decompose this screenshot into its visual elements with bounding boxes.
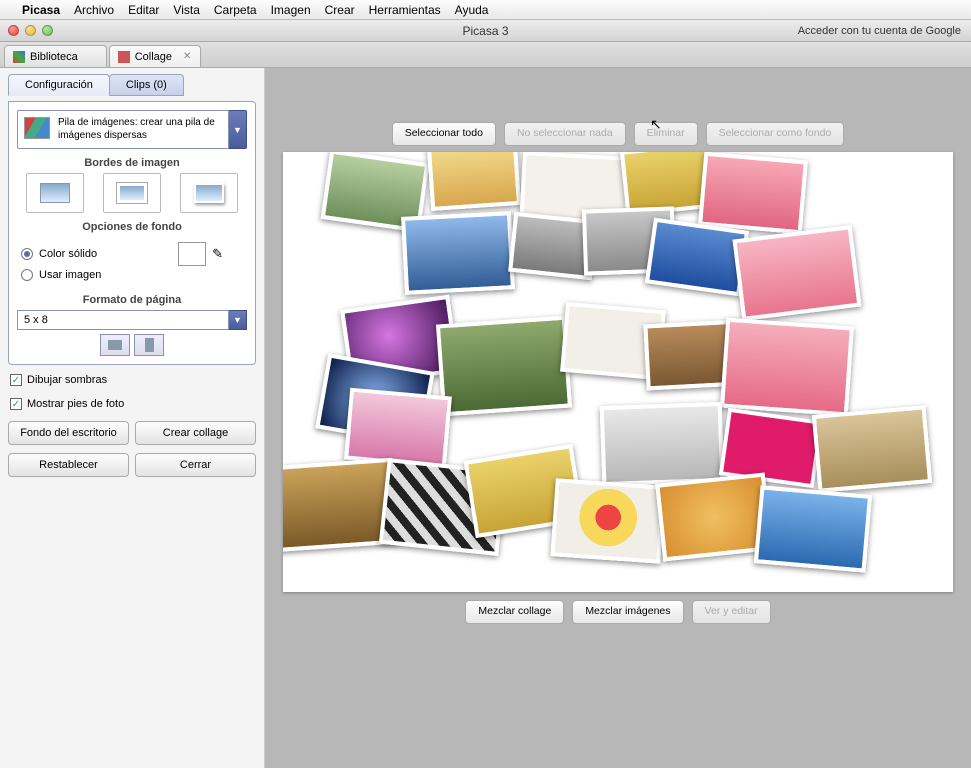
draw-shadows-checkbox-row[interactable]: ✓ Dibujar sombras (10, 374, 254, 386)
window-titlebar: Picasa 3 Acceder con tu cuenta de Google (0, 20, 971, 42)
app-name[interactable]: Picasa (22, 3, 60, 17)
collage-style-display: Pila de imágenes: crear una pila de imág… (17, 110, 229, 149)
desktop-wallpaper-button[interactable]: Fondo del escritorio (8, 421, 129, 445)
cursor-icon: ↖ (650, 116, 662, 133)
bg-image-label: Usar imagen (39, 269, 101, 281)
window-title: Picasa 3 (0, 24, 971, 38)
border-polaroid-option[interactable] (180, 173, 238, 213)
border-none-option[interactable] (26, 173, 84, 213)
background-options: Color sólido ✎ Usar imagen (17, 237, 247, 286)
set-background-button: Seleccionar como fondo (706, 122, 845, 146)
menu-crear[interactable]: Crear (325, 3, 355, 17)
format-dropdown-button[interactable]: ▼ (229, 310, 247, 330)
orientation-landscape-button[interactable] (100, 334, 130, 356)
select-all-button[interactable]: Seleccionar todo (392, 122, 496, 146)
select-none-button: No seleccionar nada (504, 122, 626, 146)
collage-icon (118, 51, 130, 63)
shuffle-collage-button[interactable]: Mezclar collage (465, 600, 564, 624)
menu-ayuda[interactable]: Ayuda (455, 3, 489, 17)
tab-label: Collage (135, 51, 172, 63)
page-format-selector[interactable]: 5 x 8 ▼ (17, 310, 247, 330)
show-captions-label: Mostrar pies de foto (27, 398, 124, 410)
menu-editar[interactable]: Editar (128, 3, 159, 17)
pile-style-icon (24, 117, 50, 139)
checkbox-icon: ✓ (10, 398, 22, 410)
collage-style-selector[interactable]: Pila de imágenes: crear una pila de imág… (17, 110, 247, 149)
bg-solid-radio[interactable] (21, 248, 33, 260)
menu-herramientas[interactable]: Herramientas (369, 3, 441, 17)
show-captions-checkbox-row[interactable]: ✓ Mostrar pies de foto (10, 398, 254, 410)
bg-solid-label: Color sólido (39, 248, 97, 260)
collage-canvas[interactable] (283, 152, 953, 592)
collage-photo[interactable] (754, 485, 872, 572)
borders-heading: Bordes de imagen (17, 157, 247, 169)
eyedropper-icon[interactable]: ✎ (212, 246, 223, 262)
collage-photo[interactable] (698, 152, 808, 234)
reset-button[interactable]: Restablecer (8, 453, 129, 477)
canvas-area: ↖ Seleccionar todo No seleccionar nada E… (265, 68, 971, 768)
collage-photo[interactable] (732, 225, 861, 321)
canvas-top-buttons: Seleccionar todo No seleccionar nada Eli… (279, 122, 957, 146)
menu-vista[interactable]: Vista (173, 3, 199, 17)
tab-collage[interactable]: Collage ✕ (109, 45, 201, 67)
orientation-buttons (17, 334, 247, 356)
settings-panel: Configuración Clips (0) Pila de imágenes… (0, 68, 265, 768)
bg-image-radio[interactable] (21, 269, 33, 281)
collage-photo[interactable] (720, 318, 854, 417)
collage-photo[interactable] (344, 388, 452, 469)
workspace: Configuración Clips (0) Pila de imágenes… (0, 68, 971, 768)
window-tabs: Biblioteca Collage ✕ (0, 42, 971, 68)
tab-biblioteca[interactable]: Biblioteca (4, 45, 107, 67)
menu-imagen[interactable]: Imagen (271, 3, 311, 17)
library-icon (13, 51, 25, 63)
shuffle-images-button[interactable]: Mezclar imágenes (572, 600, 683, 624)
format-heading: Formato de página (17, 294, 247, 306)
close-tab-button[interactable]: ✕ (183, 51, 194, 62)
collage-photo[interactable] (427, 152, 521, 211)
collage-photo[interactable] (812, 405, 932, 493)
page-format-value: 5 x 8 (17, 310, 229, 330)
checkbox-icon: ✓ (10, 374, 22, 386)
collage-photo[interactable] (550, 478, 665, 563)
menu-archivo[interactable]: Archivo (74, 3, 114, 17)
view-edit-button: Ver y editar (692, 600, 771, 624)
collage-photo[interactable] (436, 316, 572, 417)
canvas-bottom-buttons: Mezclar collage Mezclar imágenes Ver y e… (279, 600, 957, 624)
collage-style-label: Pila de imágenes: crear una pila de imág… (58, 117, 222, 142)
background-heading: Opciones de fondo (17, 221, 247, 233)
menu-carpeta[interactable]: Carpeta (214, 3, 257, 17)
subtab-configuracion[interactable]: Configuración (8, 74, 110, 96)
mac-menubar: Picasa Archivo Editar Vista Carpeta Imag… (0, 0, 971, 20)
orientation-portrait-button[interactable] (134, 334, 164, 356)
bg-color-swatch[interactable] (178, 242, 206, 266)
border-options (17, 173, 247, 213)
collage-photo[interactable] (645, 218, 749, 297)
tab-label: Biblioteca (30, 51, 78, 63)
subtab-clips[interactable]: Clips (0) (109, 74, 184, 96)
collage-photo[interactable] (600, 402, 725, 486)
config-body: Pila de imágenes: crear una pila de imág… (8, 101, 256, 365)
border-frame-option[interactable] (103, 173, 161, 213)
delete-button: Eliminar (634, 122, 698, 146)
style-dropdown-button[interactable]: ▼ (229, 110, 247, 149)
close-button[interactable]: Cerrar (135, 453, 256, 477)
collage-photo[interactable] (401, 211, 515, 295)
create-collage-button[interactable]: Crear collage (135, 421, 256, 445)
draw-shadows-label: Dibujar sombras (27, 374, 107, 386)
settings-subtabs: Configuración Clips (0) (8, 74, 256, 96)
